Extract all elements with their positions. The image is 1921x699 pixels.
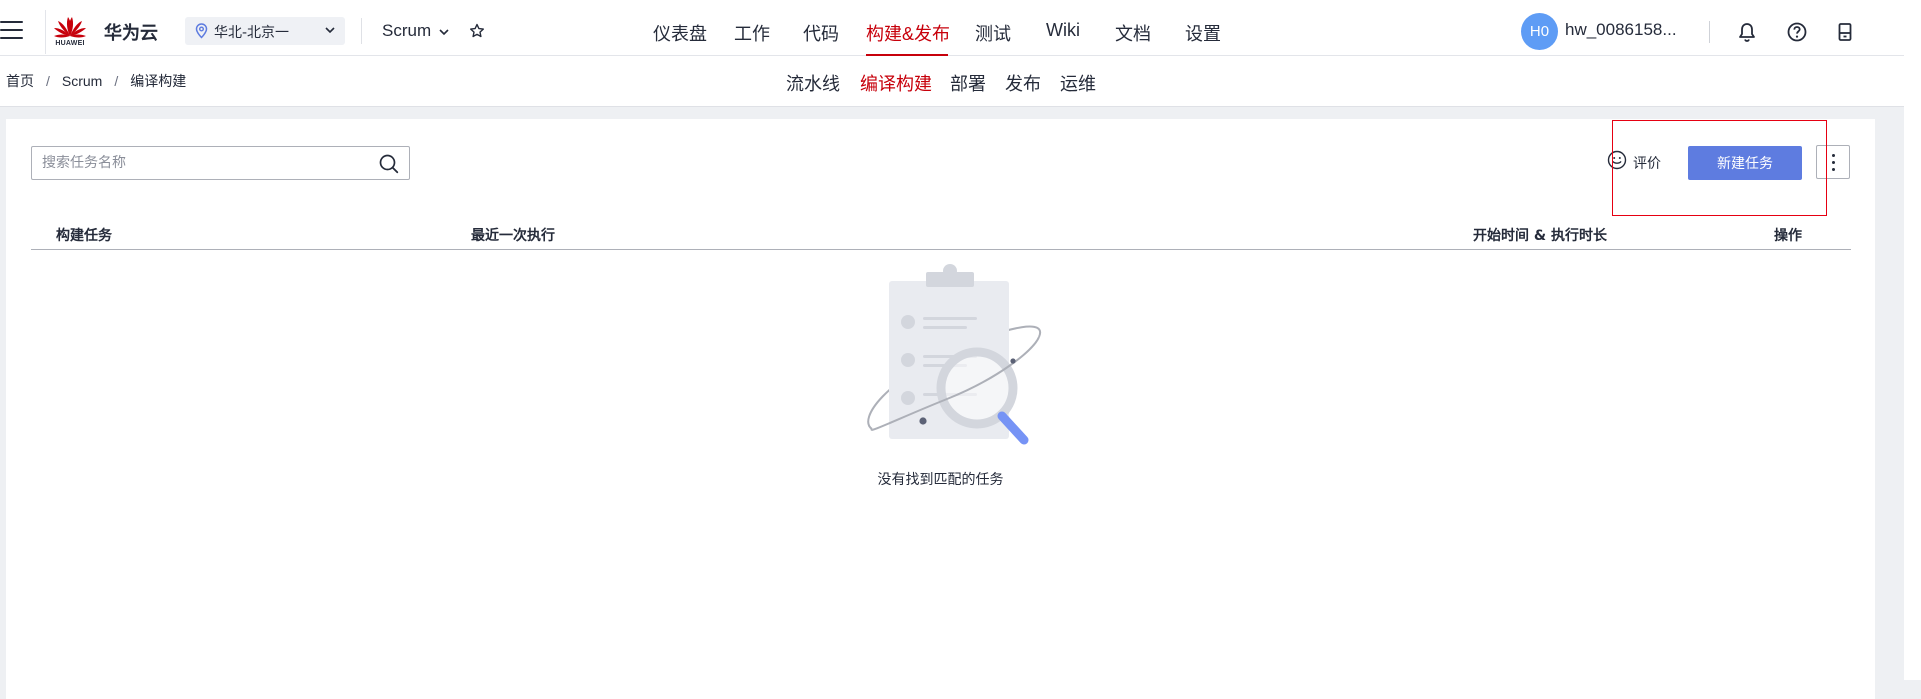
menu-icon[interactable] (0, 21, 24, 39)
search-input[interactable] (42, 147, 362, 179)
column-header-time: 开始时间 & 执行时长 (1473, 228, 1607, 244)
search-box[interactable] (31, 146, 410, 180)
empty-state-message: 没有找到匹配的任务 (877, 472, 1004, 488)
avatar[interactable]: H0 (1521, 13, 1558, 50)
project-selector[interactable]: Scrum (382, 21, 431, 41)
header-divider (1709, 21, 1710, 43)
breadcrumb: 首页 / Scrum / 编译构建 (6, 73, 187, 89)
subnav-ops[interactable]: 运维 (1060, 70, 1096, 96)
nav-build-release[interactable]: 构建&发布 (866, 20, 950, 46)
new-task-button[interactable]: 新建任务 (1688, 146, 1802, 180)
username[interactable]: hw_0086158... (1565, 20, 1677, 40)
help-icon[interactable] (1786, 21, 1808, 43)
column-header-last-run: 最近一次执行 (471, 228, 555, 244)
header-divider (361, 18, 362, 44)
subnav-build[interactable]: 编译构建 (860, 70, 932, 96)
sub-header: 首页 / Scrum / 编译构建 流水线 编译构建 部署 发布 运维 (0, 56, 1904, 107)
chevron-down-icon[interactable] (438, 27, 450, 37)
subnav-release[interactable]: 发布 (1005, 70, 1041, 96)
build-task-panel: 评价 新建任务 构建任务 最近一次执行 开始时间 & 执行时长 操作 (6, 119, 1875, 699)
bell-icon[interactable] (1736, 21, 1758, 43)
logo-wordmark: HUAWEI (55, 40, 85, 47)
table-header: 构建任务 最近一次执行 开始时间 & 执行时长 操作 (31, 215, 1851, 250)
nav-test[interactable]: 测试 (975, 20, 1011, 46)
column-header-actions: 操作 (1774, 228, 1802, 244)
chevron-down-icon (325, 27, 335, 34)
column-header-task: 构建任务 (56, 228, 112, 244)
search-icon[interactable] (379, 154, 399, 174)
header-divider (45, 10, 46, 54)
nav-code[interactable]: 代码 (803, 20, 839, 46)
rate-label[interactable]: 评价 (1633, 153, 1661, 173)
more-dots-icon (1832, 154, 1835, 157)
subnav-deploy[interactable]: 部署 (950, 70, 986, 96)
more-dots-icon (1832, 161, 1835, 164)
star-icon[interactable] (469, 23, 485, 39)
nav-wiki[interactable]: Wiki (1046, 20, 1080, 41)
breadcrumb-home[interactable]: 首页 (6, 73, 34, 89)
more-options-button[interactable] (1816, 145, 1850, 179)
nav-work[interactable]: 工作 (734, 20, 770, 46)
smiley-icon[interactable] (1607, 150, 1627, 170)
nav-dashboard[interactable]: 仪表盘 (653, 20, 707, 46)
more-dots-icon (1832, 168, 1835, 171)
region-label: 华北-北京一 (214, 25, 290, 41)
breadcrumb-project[interactable]: Scrum (62, 73, 102, 89)
subnav-pipeline[interactable]: 流水线 (786, 70, 840, 96)
location-pin-icon (195, 23, 208, 39)
nav-settings[interactable]: 设置 (1185, 20, 1221, 46)
region-selector[interactable]: 华北-北京一 (185, 17, 345, 45)
device-icon[interactable] (1834, 21, 1856, 43)
window-scrollbar[interactable] (1904, 0, 1921, 680)
top-header: HUAWEI 华为云 华北-北京一 Scrum 仪表盘 工作 代码 构建&发布 … (0, 0, 1904, 56)
nav-docs[interactable]: 文档 (1115, 20, 1151, 46)
brand-name[interactable]: 华为云 (104, 19, 158, 45)
empty-state-illustration (867, 264, 1042, 445)
breadcrumb-current: 编译构建 (130, 73, 187, 89)
